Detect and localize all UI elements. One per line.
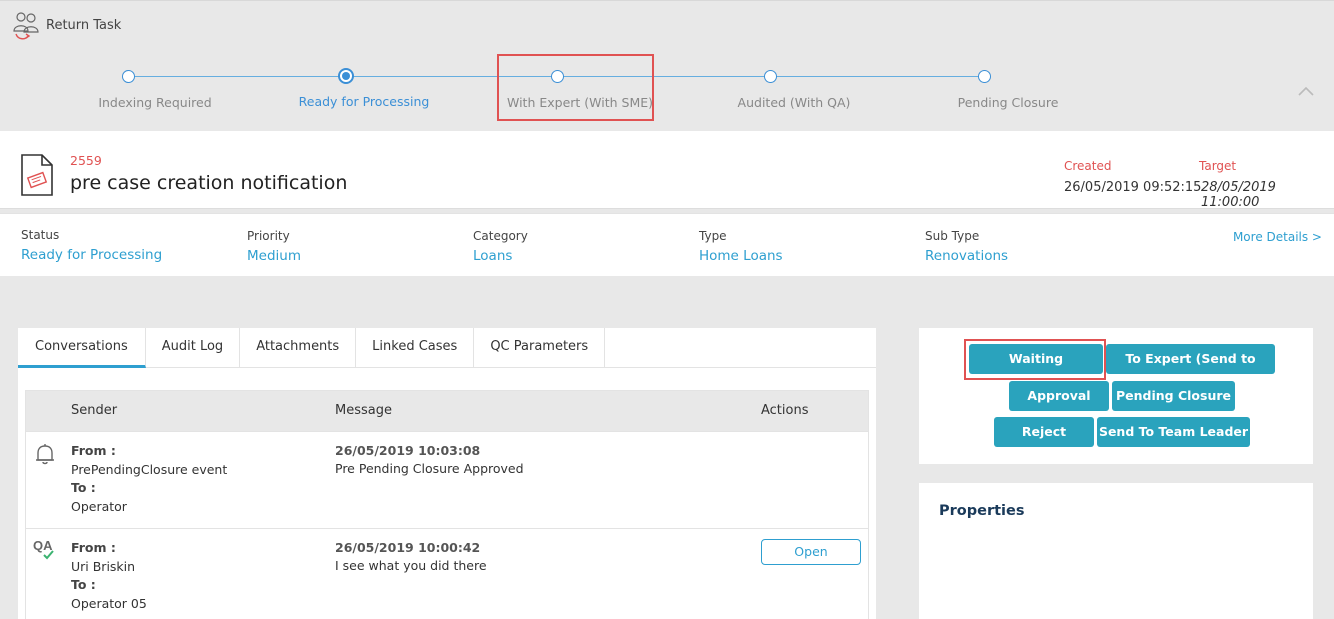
return-task-label: Return Task	[46, 17, 122, 33]
properties-panel: Properties	[919, 483, 1313, 619]
conversations-panel: Conversations Audit Log Attachments Link…	[18, 328, 876, 619]
step-label: Audited (With QA)	[737, 95, 851, 110]
tab-audit-log[interactable]: Audit Log	[146, 328, 241, 368]
document-icon	[20, 153, 54, 201]
open-button[interactable]: Open	[761, 539, 861, 565]
from-label: From :	[71, 540, 116, 555]
return-task-button[interactable]: Return Task	[10, 9, 121, 41]
type-value: Home Loans	[699, 248, 783, 264]
step-label: Pending Closure	[957, 95, 1059, 110]
send-to-team-leader-button[interactable]: Send To Team Leader	[1097, 417, 1250, 447]
table-row[interactable]: QA From : Uri Briskin To : Operator 05 2…	[26, 528, 868, 619]
case-title: pre case creation notification	[70, 172, 348, 194]
case-info-row: Status Ready for Processing Priority Med…	[0, 213, 1334, 276]
highlight-box	[497, 54, 654, 121]
priority-label: Priority	[247, 229, 290, 243]
sender-cell: From : Uri Briskin To : Operator 05	[71, 539, 147, 613]
table-row[interactable]: From : PrePendingClosure event To : Oper…	[26, 431, 868, 528]
message-cell: 26/05/2019 10:03:08 Pre Pending Closure …	[335, 442, 524, 478]
chevron-up-icon[interactable]	[1298, 83, 1314, 99]
message-text: Pre Pending Closure Approved	[335, 461, 524, 476]
priority-value: Medium	[247, 248, 301, 264]
from-value: Uri Briskin	[71, 558, 136, 574]
category-label: Category	[473, 229, 528, 243]
case-header: 2559 pre case creation notification Crea…	[0, 131, 1334, 210]
from-value: PrePendingClosure event	[71, 461, 228, 477]
to-value: Operator 05	[71, 595, 147, 611]
return-task-icon	[10, 9, 44, 41]
pending-closure-button[interactable]: Pending Closure	[1112, 381, 1235, 411]
top-bar: Return Task Indexing Required Ready for …	[0, 0, 1334, 130]
step-label: Indexing Required	[98, 95, 212, 110]
reject-button[interactable]: Reject	[994, 417, 1094, 447]
step-indexing-required[interactable]: Indexing Required	[55, 61, 255, 110]
subtype-field: Sub Type Renovations	[925, 229, 1008, 264]
step-label: Ready for Processing	[298, 94, 430, 109]
qa-check-icon: QA	[32, 537, 60, 567]
highlight-box	[964, 339, 1106, 380]
created-label: Created	[1064, 159, 1112, 173]
case-id: 2559	[70, 153, 102, 168]
step-audited[interactable]: Audited (With QA)	[694, 61, 894, 110]
step-dot	[764, 70, 777, 83]
to-expert-button[interactable]: To Expert (Send to SME)	[1106, 344, 1275, 396]
more-details-link[interactable]: More Details >	[1233, 230, 1322, 244]
message-timestamp: 26/05/2019 10:00:42	[335, 540, 481, 555]
tab-conversations[interactable]: Conversations	[18, 328, 146, 368]
qa-icon-text: QA	[33, 538, 53, 553]
priority-field: Priority Medium	[247, 229, 301, 264]
to-value: Operator	[71, 498, 127, 514]
type-label: Type	[699, 229, 727, 243]
step-dot-active	[338, 68, 354, 84]
bell-icon	[34, 442, 56, 470]
step-pending-closure[interactable]: Pending Closure	[908, 61, 1108, 110]
step-dot	[978, 70, 991, 83]
tab-qc-parameters[interactable]: QC Parameters	[474, 328, 606, 368]
column-header-sender: Sender	[71, 403, 118, 418]
status-value: Ready for Processing	[21, 247, 163, 263]
conversations-table: Sender Message Actions From : PrePending…	[25, 390, 869, 619]
category-field: Category Loans	[473, 229, 528, 264]
message-cell: 26/05/2019 10:00:42 I see what you did t…	[335, 539, 487, 575]
to-label: To :	[71, 577, 96, 592]
tab-bar: Conversations Audit Log Attachments Link…	[18, 328, 876, 368]
column-header-message: Message	[335, 403, 392, 418]
subtype-value: Renovations	[925, 248, 1009, 264]
approval-button[interactable]: Approval	[1009, 381, 1109, 411]
target-label: Target	[1199, 159, 1237, 173]
tab-linked-cases[interactable]: Linked Cases	[356, 328, 475, 368]
type-field: Type Home Loans	[699, 229, 783, 264]
target-value: 28/05/2019 11:00:00	[1201, 180, 1276, 210]
message-timestamp: 26/05/2019 10:03:08	[335, 443, 481, 458]
workflow-stepper: Indexing Required Ready for Processing W…	[0, 61, 1334, 121]
table-header: Sender Message Actions	[26, 391, 868, 431]
message-text: I see what you did there	[335, 558, 487, 573]
created-value: 26/05/2019 09:52:15	[1064, 180, 1202, 195]
status-field: Status Ready for Processing	[21, 228, 162, 263]
step-ready-for-processing[interactable]: Ready for Processing	[264, 61, 464, 109]
tab-attachments[interactable]: Attachments	[240, 328, 357, 368]
actions-panel: Waiting To Expert (Send to SME) Approval…	[919, 328, 1313, 464]
column-header-actions: Actions	[761, 403, 809, 418]
status-label: Status	[21, 228, 60, 242]
sender-cell: From : PrePendingClosure event To : Oper…	[71, 442, 227, 516]
subtype-label: Sub Type	[925, 229, 980, 243]
to-label: To :	[71, 480, 96, 495]
step-dot	[122, 70, 135, 83]
category-value: Loans	[473, 248, 513, 264]
properties-title: Properties	[939, 503, 1025, 519]
from-label: From :	[71, 443, 116, 458]
